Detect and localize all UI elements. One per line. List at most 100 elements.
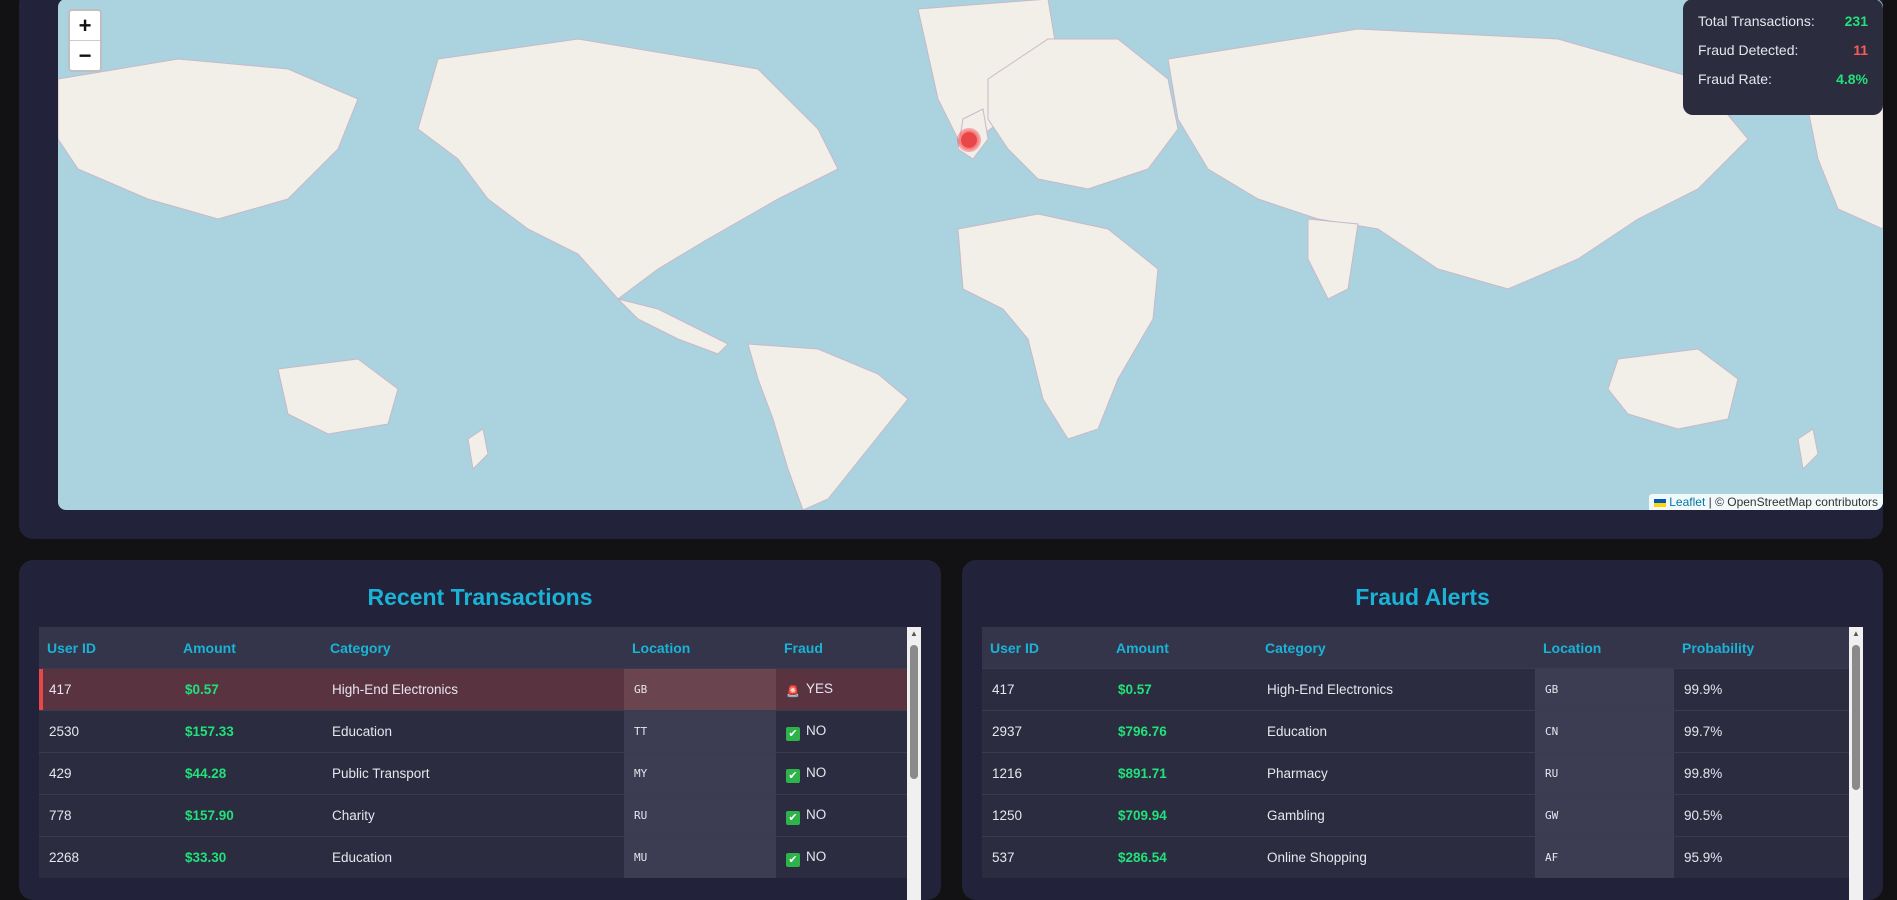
amount-cell: $796.76 xyxy=(1108,710,1257,753)
table-row[interactable]: 417 $0.57 High-End Electronics GB 🚨 YES xyxy=(39,668,907,711)
table-row[interactable]: 1250 $709.94 Gambling GW 90.5% xyxy=(982,794,1849,837)
fraud-detected-label: Fraud Detected: xyxy=(1698,42,1799,58)
table-row[interactable]: 2937 $796.76 Education CN 99.7% xyxy=(982,710,1849,753)
category-cell: Education xyxy=(322,710,624,753)
amount-cell: $157.90 xyxy=(175,794,322,837)
amount-cell: $709.94 xyxy=(1108,794,1257,837)
location-cell: MY xyxy=(624,752,776,795)
column-header[interactable]: Category xyxy=(1257,627,1535,669)
scroll-up-icon[interactable]: ▲ xyxy=(1849,627,1863,641)
fraud-label: YES xyxy=(806,680,834,696)
fraud-label: NO xyxy=(806,806,827,822)
column-header[interactable]: Location xyxy=(624,627,776,669)
amount-cell: $44.28 xyxy=(175,752,322,795)
recent-transactions-table-wrap[interactable]: User ID Amount Category Location Fraud 417 $0… xyxy=(39,627,921,900)
location-cell: GW xyxy=(1535,794,1674,837)
location-cell: MU xyxy=(624,836,776,878)
table-row[interactable]: 1216 $891.71 Pharmacy RU 99.8% xyxy=(982,752,1849,795)
location-cell: GB xyxy=(1535,668,1674,711)
category-cell: Education xyxy=(322,836,624,878)
category-cell: High-End Electronics xyxy=(322,668,624,711)
category-cell: Public Transport xyxy=(322,752,624,795)
fraud-cell: 🚨 YES xyxy=(776,668,907,711)
siren-icon: 🚨 xyxy=(786,685,800,698)
column-header[interactable]: Fraud xyxy=(776,627,907,669)
column-header[interactable]: Category xyxy=(322,627,624,669)
amount-cell: $286.54 xyxy=(1108,836,1257,878)
user-id-cell: 2530 xyxy=(39,710,175,753)
osm-attribution: | © OpenStreetMap contributors xyxy=(1708,495,1878,509)
fraud-cell: ✔ NO xyxy=(776,710,907,753)
map-tiles xyxy=(58,0,1883,510)
location-cell: CN xyxy=(1535,710,1674,753)
fraud-alerts-panel: Fraud Alerts User ID Amount Category Locati… xyxy=(962,560,1883,900)
user-id-cell: 1250 xyxy=(982,794,1108,837)
probability-cell: 95.9% xyxy=(1674,836,1849,878)
location-cell: GB xyxy=(624,668,776,711)
location-cell: RU xyxy=(1535,752,1674,795)
category-cell: High-End Electronics xyxy=(1257,668,1535,711)
amount-cell: $0.57 xyxy=(1108,668,1257,711)
location-cell: RU xyxy=(624,794,776,837)
check-icon: ✔ xyxy=(786,810,800,825)
fraud-rate-label: Fraud Rate: xyxy=(1698,71,1772,87)
column-header[interactable]: Location xyxy=(1535,627,1674,669)
location-cell: AF xyxy=(1535,836,1674,878)
category-cell: Gambling xyxy=(1257,794,1535,837)
world-map[interactable]: + − Total Transactions: 231 Fraud Detect… xyxy=(58,0,1883,510)
zoom-in-button[interactable]: + xyxy=(70,11,100,40)
check-icon: ✔ xyxy=(786,726,800,741)
stats-overlay: Total Transactions: 231 Fraud Detected: … xyxy=(1683,0,1883,115)
total-transactions-value: 231 xyxy=(1844,13,1868,29)
column-header[interactable]: Amount xyxy=(175,627,322,669)
fraud-alerts-title: Fraud Alerts xyxy=(1355,584,1490,610)
fraud-alerts-table: User ID Amount Category Location Probability… xyxy=(982,627,1849,878)
user-id-cell: 417 xyxy=(982,668,1108,711)
amount-cell: $157.33 xyxy=(175,710,322,753)
fraud-cell: ✔ NO xyxy=(776,794,907,837)
zoom-control: + − xyxy=(68,9,102,72)
fraud-label: NO xyxy=(806,722,827,738)
table-row[interactable]: 2530 $157.33 Education TT ✔ NO xyxy=(39,710,907,753)
category-cell: Charity xyxy=(322,794,624,837)
column-header[interactable]: Probability xyxy=(1674,627,1849,669)
probability-cell: 90.5% xyxy=(1674,794,1849,837)
table-row[interactable]: 417 $0.57 High-End Electronics GB 99.9% xyxy=(982,668,1849,711)
fraud-rate-value: 4.8% xyxy=(1836,71,1868,87)
amount-cell: $33.30 xyxy=(175,836,322,878)
scroll-thumb[interactable] xyxy=(910,645,918,779)
fraud-alerts-table-wrap[interactable]: User ID Amount Category Location Probability… xyxy=(982,627,1863,900)
table-row[interactable]: 778 $157.90 Charity RU ✔ NO xyxy=(39,794,907,837)
fraud-detected-value: 11 xyxy=(1853,42,1868,58)
transaction-marker[interactable] xyxy=(959,130,979,150)
table-row[interactable]: 537 $286.54 Online Shopping AF 95.9% xyxy=(982,836,1849,878)
table-row[interactable]: 2268 $33.30 Education MU ✔ NO xyxy=(39,836,907,878)
scroll-up-icon[interactable]: ▲ xyxy=(907,627,921,641)
fraud-label: NO xyxy=(806,848,827,864)
location-cell: TT xyxy=(624,710,776,753)
probability-cell: 99.7% xyxy=(1674,710,1849,753)
leaflet-link[interactable]: Leaflet xyxy=(1669,495,1705,509)
zoom-out-button[interactable]: − xyxy=(70,40,100,70)
amount-cell: $0.57 xyxy=(175,668,322,711)
fraud-label: NO xyxy=(806,764,827,780)
alerts-scrollbar[interactable]: ▲ xyxy=(1849,627,1863,900)
table-row[interactable]: 429 $44.28 Public Transport MY ✔ NO xyxy=(39,752,907,795)
amount-cell: $891.71 xyxy=(1108,752,1257,795)
check-icon: ✔ xyxy=(786,852,800,867)
user-id-cell: 429 xyxy=(39,752,175,795)
column-header[interactable]: User ID xyxy=(982,627,1108,669)
recent-scrollbar[interactable]: ▲ xyxy=(907,627,921,900)
check-icon: ✔ xyxy=(786,768,800,783)
total-transactions-label: Total Transactions: xyxy=(1698,13,1815,29)
scroll-thumb[interactable] xyxy=(1852,645,1860,790)
category-cell: Online Shopping xyxy=(1257,836,1535,878)
map-attribution: Leaflet | © OpenStreetMap contributors xyxy=(1649,494,1883,510)
user-id-cell: 2937 xyxy=(982,710,1108,753)
user-id-cell: 417 xyxy=(39,668,175,711)
column-header[interactable]: Amount xyxy=(1108,627,1257,669)
recent-transactions-table: User ID Amount Category Location Fraud 417 $0… xyxy=(39,627,907,878)
column-header[interactable]: User ID xyxy=(39,627,175,669)
category-cell: Education xyxy=(1257,710,1535,753)
fraud-cell: ✔ NO xyxy=(776,752,907,795)
